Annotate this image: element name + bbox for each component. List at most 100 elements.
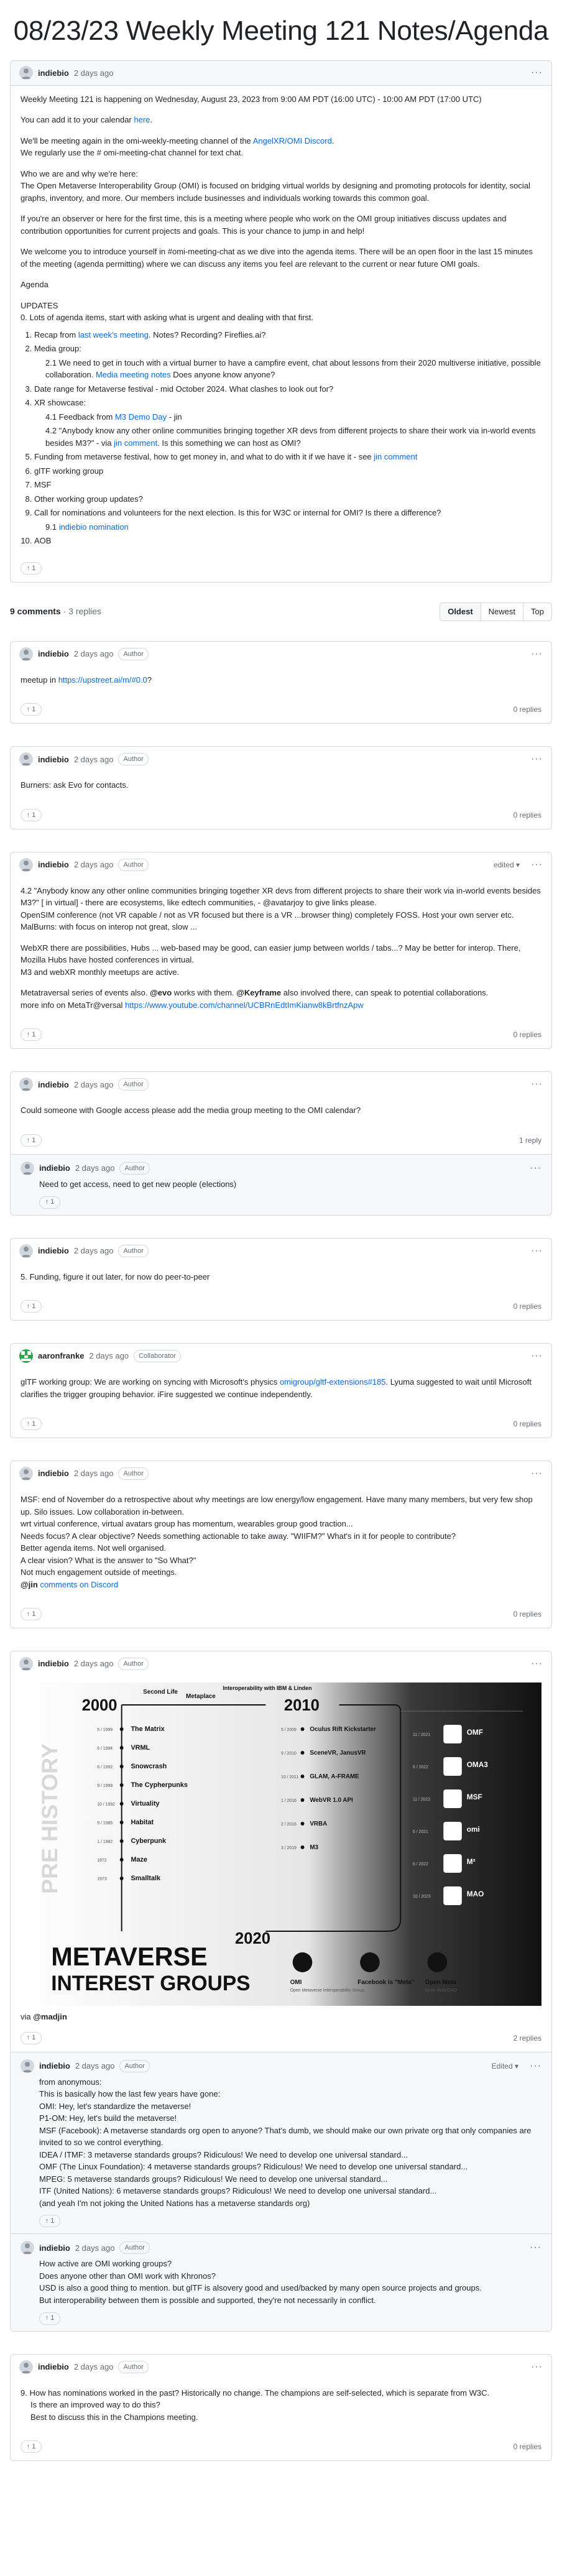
gltf-issue-link[interactable]: omigroup/gltf-extensions#185	[280, 1377, 386, 1387]
discord-link[interactable]: AngelXR/OMI Discord	[253, 136, 332, 145]
upvote-button[interactable]: ↑ 1	[21, 2440, 42, 2454]
big-title-2: INTEREST GROUPS	[51, 1972, 250, 1995]
avatar[interactable]	[19, 1657, 33, 1671]
avatar[interactable]	[19, 1078, 33, 1092]
agenda-item: Funding from metaverse festival, how to …	[34, 451, 541, 463]
author-badge: Author	[118, 753, 149, 766]
sort-top[interactable]: Top	[523, 603, 551, 621]
author-name[interactable]: indiebio	[38, 1467, 69, 1480]
timestamp: 2 days ago	[73, 754, 114, 764]
more-options-icon[interactable]: ···	[531, 752, 543, 767]
author-name[interactable]: indiebio	[38, 67, 69, 80]
m3-demo-link[interactable]: M3 Demo Day	[115, 412, 167, 422]
nomination-link[interactable]: indiebio nomination	[59, 522, 129, 532]
timeline-dot	[300, 1798, 305, 1803]
more-options-icon[interactable]: ···	[530, 1161, 541, 1176]
metaverse-timeline-image[interactable]: PRE HISTORY 2000 2010 2020 Second Life M…	[21, 1683, 541, 2006]
avatar[interactable]	[21, 1161, 34, 1175]
upvote-button[interactable]: ↑ 1	[21, 1028, 42, 1041]
timeline-dot	[119, 1821, 124, 1825]
avatar[interactable]	[19, 857, 33, 872]
more-options-icon[interactable]: ···	[531, 857, 543, 872]
reply-count: 0 replies	[513, 2442, 541, 2452]
discord-line: We'll be meeting again in the omi-weekly…	[21, 136, 334, 158]
author-name[interactable]: indiebio	[39, 2242, 70, 2255]
avatar[interactable]	[19, 647, 33, 661]
upvote-button[interactable]: ↑ 1	[21, 1608, 42, 1621]
avatar[interactable]	[19, 1244, 33, 1258]
edited-dropdown[interactable]: Edited ▾	[492, 2061, 518, 2072]
author-name[interactable]: indiebio	[39, 1162, 70, 1175]
upvote-button[interactable]: ↑ 1	[21, 1300, 42, 1313]
more-options-icon[interactable]: ···	[531, 1349, 543, 1364]
comment-header: indiebio 2 days ago Author ···	[11, 641, 551, 667]
avatar[interactable]	[19, 752, 33, 767]
timeline-event: VRBA	[310, 1821, 327, 1827]
bottom-org-sub: Open Meta DAO	[425, 1988, 458, 1993]
avatar[interactable]	[19, 1349, 33, 1364]
media-notes-link[interactable]: Media meeting notes	[96, 370, 171, 379]
jin-comment-link[interactable]: jin comment	[114, 438, 157, 448]
timeline-date: 5 / 1999	[97, 1728, 113, 1732]
more-options-icon[interactable]: ···	[531, 1077, 543, 1092]
comment-header: aaronfranke 2 days ago Collaborator ···	[11, 1344, 551, 1369]
more-options-icon[interactable]: ···	[531, 65, 543, 80]
author-name[interactable]: indiebio	[38, 754, 69, 766]
upvote-button[interactable]: ↑ 1	[21, 561, 42, 575]
reply-count: 0 replies	[513, 1610, 541, 1619]
more-options-icon[interactable]: ···	[531, 1244, 543, 1258]
timeline-dot	[300, 1751, 305, 1755]
author-badge: Author	[118, 1467, 149, 1480]
author-name[interactable]: indiebio	[39, 2060, 70, 2072]
org-logo	[292, 1952, 313, 1973]
author-name[interactable]: indiebio	[38, 2361, 69, 2373]
discord-comments-link[interactable]: comments on Discord	[38, 1580, 118, 1589]
last-week-link[interactable]: last week's meeting	[78, 330, 149, 339]
sort-newest[interactable]: Newest	[480, 603, 523, 621]
upvote-button[interactable]: ↑ 1	[21, 703, 42, 716]
upstreet-link[interactable]: https://upstreet.ai/m/#0.0	[58, 675, 147, 685]
bottom-org: Open Meta	[425, 1979, 457, 1986]
avatar[interactable]	[19, 66, 33, 80]
comment: aaronfranke 2 days ago Collaborator ··· …	[10, 1343, 552, 1439]
jin-comment-link[interactable]: jin comment	[374, 452, 417, 461]
avatar[interactable]	[19, 1467, 33, 1481]
sort-oldest[interactable]: Oldest	[440, 603, 481, 621]
author-name[interactable]: indiebio	[38, 859, 69, 871]
more-options-icon[interactable]: ···	[530, 2240, 541, 2255]
author-name[interactable]: aaronfranke	[38, 1350, 84, 1362]
more-options-icon[interactable]: ···	[531, 1656, 543, 1671]
upvote-button[interactable]: ↑ 1	[39, 2312, 60, 2325]
more-options-icon[interactable]: ···	[531, 2360, 543, 2375]
author-name[interactable]: indiebio	[38, 648, 69, 660]
youtube-link[interactable]: https://www.youtube.com/channel/UCBRnEdt…	[125, 1000, 364, 1010]
upvote-button[interactable]: ↑ 1	[21, 1418, 42, 1431]
avatar[interactable]	[21, 2241, 34, 2255]
more-options-icon[interactable]: ···	[530, 2059, 541, 2074]
more-options-icon[interactable]: ···	[531, 1466, 543, 1481]
author-name[interactable]: indiebio	[38, 1079, 69, 1091]
pre-history-label: PRE HISTORY	[37, 1743, 62, 1894]
author-badge: Author	[119, 2059, 150, 2072]
col-second-life: Second Life	[143, 1689, 178, 1696]
upvote-button[interactable]: ↑ 1	[39, 1196, 60, 1209]
author-name[interactable]: indiebio	[38, 1658, 69, 1670]
more-options-icon[interactable]: ···	[531, 647, 543, 662]
reply-count: 0 replies	[513, 1302, 541, 1311]
upvote-button[interactable]: ↑ 1	[21, 2031, 42, 2044]
author-name[interactable]: indiebio	[38, 1245, 69, 1257]
avatar[interactable]	[19, 2360, 33, 2374]
upvote-button[interactable]: ↑ 1	[21, 1133, 42, 1147]
reply-count: 0 replies	[513, 1420, 541, 1429]
edited-dropdown[interactable]: edited ▾	[494, 859, 520, 870]
calendar-link[interactable]: here	[134, 115, 150, 124]
upvote-button[interactable]: ↑ 1	[39, 2215, 60, 2228]
avatar[interactable]	[21, 2059, 34, 2073]
calendar-line: You can add it to your calendar here.	[21, 115, 153, 125]
comment-header: indiebio 2 days ago Author ···	[11, 2354, 551, 2380]
comment: indiebio 2 days ago Author ··· 5. Fundin…	[10, 1237, 552, 1321]
big-title-1: METAVERSE	[51, 1942, 207, 1971]
agenda-subitem: 4.1 Feedback from M3 Demo Day - jin	[45, 412, 182, 422]
upvote-button[interactable]: ↑ 1	[21, 808, 42, 821]
org-name: MSF	[467, 1793, 482, 1801]
